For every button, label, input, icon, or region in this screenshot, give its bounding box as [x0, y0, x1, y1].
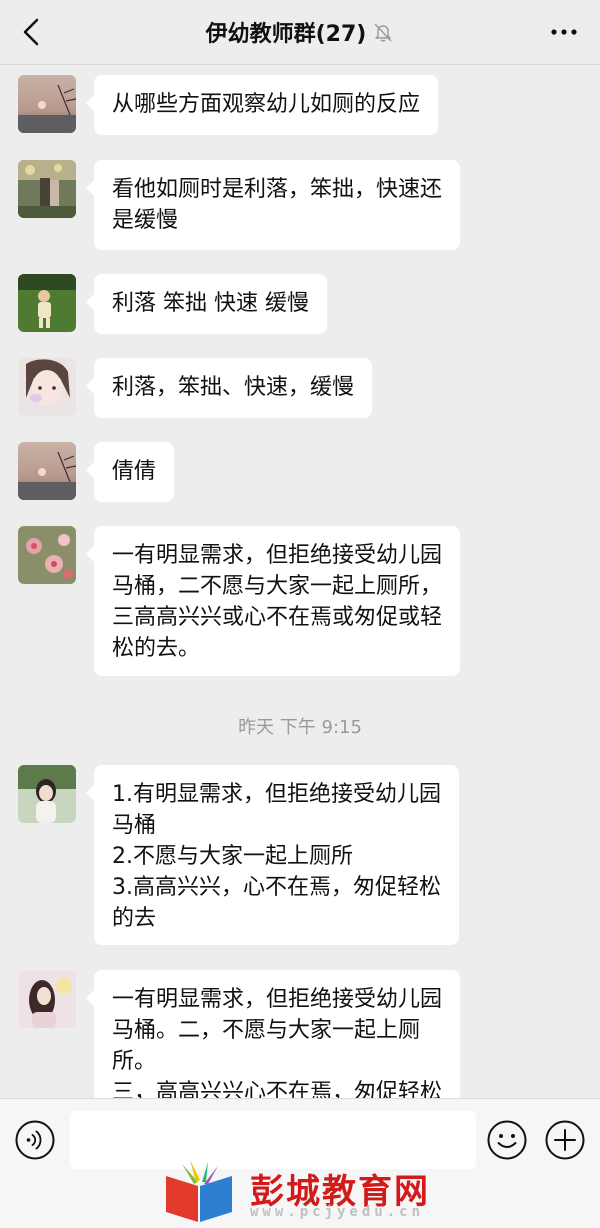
avatar-girl-face[interactable] — [18, 358, 76, 416]
book-logo-icon — [166, 1160, 232, 1222]
message-timestamp: 昨天 下午 9:15 — [238, 717, 362, 738]
message-text: 是缓慢 — [112, 208, 179, 233]
message-text: 三，高高兴兴心不在焉，匆促轻松 — [112, 1080, 443, 1098]
message-bubble[interactable]: 一有明显需求，但拒绝接受幼儿园 马桶，二不愿与大家一起上厕所， 三高高兴兴或心不… — [85, 526, 461, 676]
message-text: 2.不愿与大家一起上厕所 — [112, 844, 353, 869]
message-text: 利落，笨拙、快速，缓慢 — [112, 375, 355, 400]
message-bubble[interactable]: 利落 笨拙 快速 缓慢 — [86, 274, 327, 334]
message-text: 松的去。 — [112, 636, 201, 661]
message-input[interactable] — [70, 1111, 476, 1169]
message-text: 看他如厕时是利落，笨拙，快速还 — [112, 177, 443, 202]
avatar-sunset[interactable] — [18, 75, 76, 133]
message-text: 马桶。二，不愿与大家一起上厕 — [112, 1018, 421, 1043]
watermark-url: www.pcjyedu.cn — [250, 1204, 425, 1220]
avatar-woman-outdoors[interactable] — [18, 765, 76, 823]
message-text: 马桶，二不愿与大家一起上厕所， — [112, 574, 443, 599]
message-bubble[interactable]: 一有明显需求，但拒绝接受幼儿园 马桶。二，不愿与大家一起上厕 所。 三，高高兴兴… — [85, 970, 461, 1098]
message-bubble[interactable]: 从哪些方面观察幼儿如厕的反应 — [85, 75, 439, 135]
mute-bell-icon — [374, 23, 392, 42]
emoji-icon[interactable] — [486, 1119, 528, 1161]
chat-message-list[interactable]: 从哪些方面观察幼儿如厕的反应 看他如厕时是利落，笨拙，快速还 是缓慢 利落 笨拙… — [0, 64, 600, 1098]
message-text: 一有明显需求，但拒绝接受幼儿园 — [112, 543, 443, 568]
message-text: 所。 — [112, 1049, 157, 1074]
chat-header: 伊幼教师群(27) — [0, 0, 600, 65]
back-arrow-icon[interactable] — [16, 16, 48, 48]
message-bubble[interactable]: 看他如厕时是利落，笨拙，快速还 是缓慢 — [85, 160, 461, 250]
message-bubble[interactable]: 倩倩 — [85, 442, 175, 502]
site-watermark: 彭城教育网 www.pcjyedu.cn — [0, 1160, 600, 1228]
avatar-flowers[interactable] — [18, 526, 76, 584]
more-options-icon[interactable] — [546, 20, 582, 44]
message-text: 三高高兴兴或心不在焉或匆促或轻 — [112, 605, 443, 630]
message-bubble[interactable]: 1.有明显需求，但拒绝接受幼儿园 马桶 2.不愿与大家一起上厕所 3.高高兴兴，… — [86, 765, 459, 945]
avatar-couple-photo[interactable] — [18, 160, 76, 218]
message-text: 的去 — [112, 906, 157, 931]
message-bubble[interactable]: 利落，笨拙、快速，缓慢 — [85, 358, 373, 418]
message-text: 1.有明显需求，但拒绝接受幼儿园 — [112, 782, 441, 807]
message-text: 倩倩 — [112, 459, 157, 484]
message-text: 从哪些方面观察幼儿如厕的反应 — [112, 92, 421, 117]
message-text: 一有明显需求，但拒绝接受幼儿园 — [112, 987, 443, 1012]
chat-title: 伊幼教师群(27) — [205, 22, 367, 47]
avatar-child-on-grass[interactable] — [18, 274, 76, 332]
avatar-sunset[interactable] — [18, 442, 76, 500]
add-more-icon[interactable] — [544, 1119, 586, 1161]
message-text: 3.高高兴兴，心不在焉，匆促轻松 — [112, 875, 441, 900]
message-text: 利落 笨拙 快速 缓慢 — [112, 291, 309, 316]
message-text: 马桶 — [112, 813, 157, 838]
voice-input-icon[interactable] — [14, 1119, 56, 1161]
avatar-girl-long-hair[interactable] — [18, 970, 76, 1028]
